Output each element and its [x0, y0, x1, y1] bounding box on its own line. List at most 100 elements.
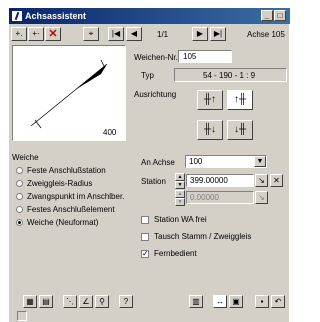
switch-left-down-icon: ╫↓ — [203, 124, 217, 135]
radio-feste-anschlussstation[interactable] — [16, 167, 23, 174]
station-wa-label: Station WA frei — [154, 215, 207, 224]
minimize-button[interactable]: _ — [261, 10, 273, 21]
offset-spin-down[interactable]: ▼ — [175, 198, 185, 206]
option-weiche-neuformat: Weiche (Neuformat) — [27, 218, 99, 227]
pick-icon: ⌖ — [88, 29, 94, 38]
fernbedient-checkbox[interactable]: ✓ — [141, 250, 149, 258]
weichen-nr-field[interactable]: 105 — [178, 50, 232, 63]
achse-label: Achse 105 — [247, 30, 285, 39]
fernbedient-label: Fernbedient — [154, 249, 197, 258]
typ-field[interactable]: 54 - 190 - 1 : 9 — [174, 68, 287, 82]
achsassistent-window: Achsassistent _ □ +. +· ✕ ⌖ |◀ ◀ 1/1 ▶ ▶… — [8, 7, 290, 322]
radio-zweiggleis-radius[interactable] — [16, 180, 23, 187]
station-value: 399.00000 — [190, 176, 228, 185]
pick-button[interactable]: ⌖ — [83, 27, 99, 41]
help-button[interactable]: ? — [119, 295, 133, 308]
last-button[interactable]: ▶| — [210, 27, 226, 41]
zoom-icon: ⚲ — [99, 297, 105, 306]
zoom-button[interactable]: ⚲ — [95, 295, 109, 308]
prev-icon: ◀ — [130, 29, 138, 38]
grid-icon: ▦ — [26, 297, 34, 306]
save-button[interactable]: ▪ — [255, 295, 269, 308]
turnout-preview-graphic — [30, 59, 108, 129]
close-icon: ✕ — [273, 176, 280, 185]
station-clear-button[interactable]: ✕ — [270, 174, 283, 187]
station-spin-up[interactable]: ▲ — [175, 173, 185, 181]
weichen-nr-label: Weichen-Nr. — [134, 53, 178, 62]
app-icon — [12, 11, 22, 21]
switch-right-up-icon: ↑╫ — [233, 94, 247, 105]
offset-value: 0.00000 — [190, 193, 219, 202]
preview-canvas: 400 — [12, 45, 126, 141]
an-achse-dropdown-button[interactable]: ▼ — [254, 156, 266, 167]
option-feste-anschlussstation: Feste Anschlußstation — [27, 166, 106, 175]
undo-icon: ↶ — [274, 297, 282, 306]
grid-button[interactable]: ▦ — [23, 295, 37, 308]
offset-pick-button[interactable]: ↘ — [255, 191, 268, 204]
switch-right-down-icon: ↓╫ — [233, 124, 247, 135]
arrows-icon: ↔ — [216, 297, 224, 306]
image-icon: ▣ — [232, 297, 240, 306]
switch-left-up-icon: ╫↑ — [203, 94, 217, 105]
tausch-checkbox[interactable] — [141, 233, 149, 241]
first-icon: |◀ — [111, 29, 121, 38]
arrows-button[interactable]: ↔ — [213, 295, 227, 308]
table-icon: ▤ — [42, 297, 50, 306]
radio-zwangspunkt[interactable] — [16, 193, 23, 200]
ausrichtung-left-up-button[interactable]: ╫↑ — [197, 90, 223, 110]
ausrichtung-left-down-button[interactable]: ╫↓ — [197, 120, 223, 140]
page-indicator: 1/1 — [157, 30, 169, 39]
an-achse-value: 100 — [189, 157, 203, 166]
add-point-button[interactable]: +. — [11, 27, 27, 41]
maximize-button[interactable]: □ — [274, 10, 286, 21]
radio-festes-anschlusselement[interactable] — [16, 206, 23, 213]
angle-icon: ∠ — [82, 297, 90, 306]
last-icon: ▶| — [213, 29, 223, 38]
add-point-icon: +. — [15, 29, 23, 38]
offset-field[interactable]: 0.00000 — [186, 191, 254, 204]
chevron-down-icon: ▼ — [256, 158, 264, 165]
an-achse-select[interactable]: 100 ▼ — [185, 155, 267, 168]
offset-spin-up[interactable]: ▲ — [175, 190, 185, 198]
pick-icon: ↘ — [258, 193, 265, 202]
station-wa-checkbox[interactable] — [141, 216, 149, 224]
preview-value: 400 — [103, 128, 117, 137]
add-segment-button[interactable]: +· — [28, 27, 44, 41]
option-festes-anschlusselement: Festes Anschlußelement — [27, 205, 115, 214]
first-button[interactable]: |◀ — [108, 27, 124, 41]
window-title: Achsassistent — [25, 11, 87, 21]
pick-icon: ↘ — [258, 176, 265, 185]
delete-button[interactable]: ✕ — [45, 27, 61, 41]
table-button[interactable]: ▤ — [39, 295, 53, 308]
station-field[interactable]: 399.00000 — [186, 174, 254, 187]
typ-value: 54 - 190 - 1 : 9 — [203, 71, 256, 80]
title-bar: Achsassistent _ □ — [9, 8, 290, 24]
layout-button[interactable]: ▥ — [189, 295, 203, 308]
option-zwangspunkt: Zwangspunkt im Anschlber. — [27, 192, 125, 201]
measure-icon: ⋱ — [66, 297, 74, 306]
measure-button[interactable]: ⋱ — [63, 295, 77, 308]
angle-button[interactable]: ∠ — [79, 295, 93, 308]
radio-weiche-neuformat[interactable] — [16, 219, 23, 226]
station-spin-down[interactable]: ▼ — [175, 181, 185, 189]
next-button[interactable]: ▶ — [192, 27, 208, 41]
weichen-nr-value: 105 — [183, 52, 197, 61]
station-pick-button[interactable]: ↘ — [255, 174, 268, 187]
layout-icon: ▥ — [192, 297, 200, 306]
next-icon: ▶ — [196, 29, 204, 38]
prev-button[interactable]: ◀ — [126, 27, 142, 41]
status-indicator — [17, 311, 27, 321]
help-icon: ? — [123, 297, 129, 306]
ausrichtung-right-down-button[interactable]: ↓╫ — [227, 120, 253, 140]
tausch-label: Tausch Stamm / Zweiggleis — [154, 232, 252, 241]
station-label: Station — [141, 177, 166, 186]
ausrichtung-label: Ausrichtung — [134, 90, 177, 99]
image-button[interactable]: ▣ — [229, 295, 243, 308]
an-achse-label: An Achse — [141, 158, 175, 167]
delete-icon: ✕ — [48, 28, 58, 40]
option-zweiggleis-radius: Zweiggleis-Radius — [27, 179, 93, 188]
ausrichtung-right-up-button[interactable]: ↑╫ — [227, 90, 253, 110]
add-segment-icon: +· — [32, 29, 40, 38]
typ-label: Typ — [141, 71, 154, 80]
undo-button[interactable]: ↶ — [271, 295, 285, 308]
